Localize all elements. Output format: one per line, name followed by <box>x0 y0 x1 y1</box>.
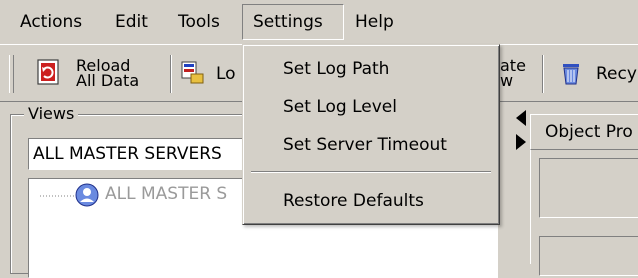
recycle-bin-icon <box>563 64 579 85</box>
menu-item-set-server-timeout[interactable]: Set Server Timeout <box>283 135 447 155</box>
reload-icon <box>37 59 59 85</box>
menu-tools[interactable]: Tools <box>168 4 230 40</box>
tab-object-properties[interactable]: Object Pro <box>530 114 638 150</box>
logs-button[interactable]: Lo <box>178 52 244 94</box>
menu-edit[interactable]: Edit <box>105 4 158 40</box>
reload-all-data-button[interactable]: Reload All Data <box>20 52 170 94</box>
log-viewer-icon <box>181 61 204 84</box>
views-legend: Views <box>24 104 79 123</box>
menu-item-set-log-path[interactable]: Set Log Path <box>283 59 389 79</box>
object-properties-panel: Object Pro <box>530 104 638 276</box>
master-server-icon <box>75 183 99 207</box>
menu-help[interactable]: Help <box>345 4 404 40</box>
menu-item-set-log-level[interactable]: Set Log Level <box>283 97 397 117</box>
recycle-button[interactable]: Recy <box>556 52 638 94</box>
expand-right-icon[interactable] <box>514 134 528 150</box>
logs-label: Lo <box>216 64 236 84</box>
menu-settings[interactable]: Settings <box>242 4 344 40</box>
tree-node-label[interactable]: ALL MASTER S <box>105 184 227 204</box>
menu-bar: Actions Edit Tools Settings Help <box>0 0 638 44</box>
panel-splitter[interactable] <box>512 104 530 264</box>
menu-item-restore-defaults[interactable]: Restore Defaults <box>283 191 424 211</box>
properties-box <box>539 158 638 218</box>
menu-separator <box>251 171 491 173</box>
toolbar-separator <box>170 55 172 93</box>
collapse-left-icon[interactable] <box>514 110 528 126</box>
update-label-line2: w <box>500 71 514 90</box>
settings-dropdown-menu: Set Log Path Set Log Level Set Server Ti… <box>242 44 500 225</box>
toolbar-separator <box>542 55 544 93</box>
reload-label-line2: All Data <box>76 71 140 90</box>
toolbar-grip[interactable] <box>9 55 14 93</box>
properties-box-lower <box>539 236 638 276</box>
object-properties-content <box>530 150 638 276</box>
menu-actions[interactable]: Actions <box>10 4 92 40</box>
recycle-label: Recy <box>596 64 637 84</box>
